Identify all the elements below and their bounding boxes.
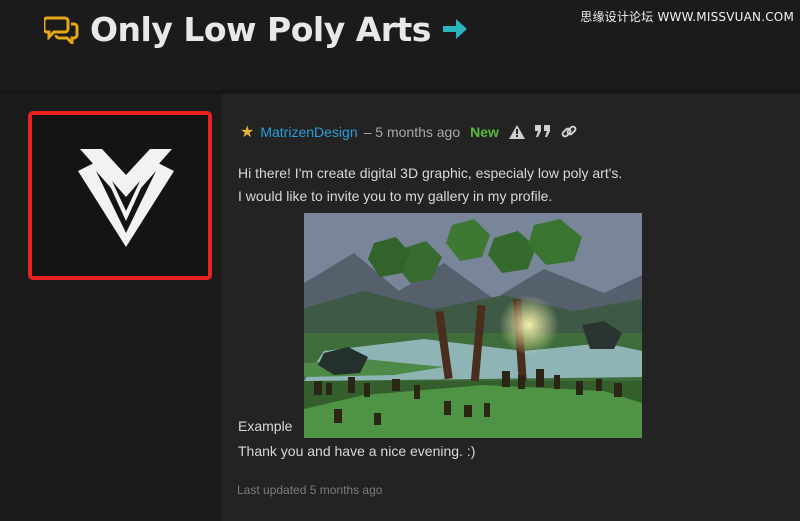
post-time: – 5 months ago — [363, 124, 461, 140]
new-badge: New — [470, 124, 499, 140]
star-icon[interactable]: ★ — [240, 122, 254, 142]
post-meta: ★ MatrizenDesign – 5 months ago New — [240, 122, 577, 142]
post-line-1: Hi there! I'm create digital 3D graphic,… — [238, 165, 623, 181]
image-caption: Example — [238, 418, 293, 434]
low-poly-art-image[interactable] — [304, 213, 642, 438]
post-line-2: I would like to invite you to my gallery… — [238, 188, 553, 204]
post-body: Hi there! I'm create digital 3D graphic,… — [238, 162, 622, 208]
watermark: 思缘设计论坛 WWW.MISSVUAN.COM — [580, 10, 794, 24]
avatar[interactable] — [28, 111, 212, 280]
arrow-right-icon[interactable] — [441, 17, 469, 41]
quote-icon[interactable] — [534, 125, 551, 139]
post-closing: Thank you and have a nice evening. :) — [238, 443, 476, 459]
thread-header: Only Low Poly Arts — [44, 4, 469, 54]
thread-title: Only Low Poly Arts — [90, 9, 431, 49]
warning-icon[interactable] — [508, 125, 525, 139]
chat-bubbles-icon — [44, 14, 80, 44]
link-icon[interactable] — [561, 124, 577, 140]
author-link[interactable]: MatrizenDesign — [260, 124, 357, 140]
last-updated: Last updated 5 months ago — [237, 483, 383, 497]
